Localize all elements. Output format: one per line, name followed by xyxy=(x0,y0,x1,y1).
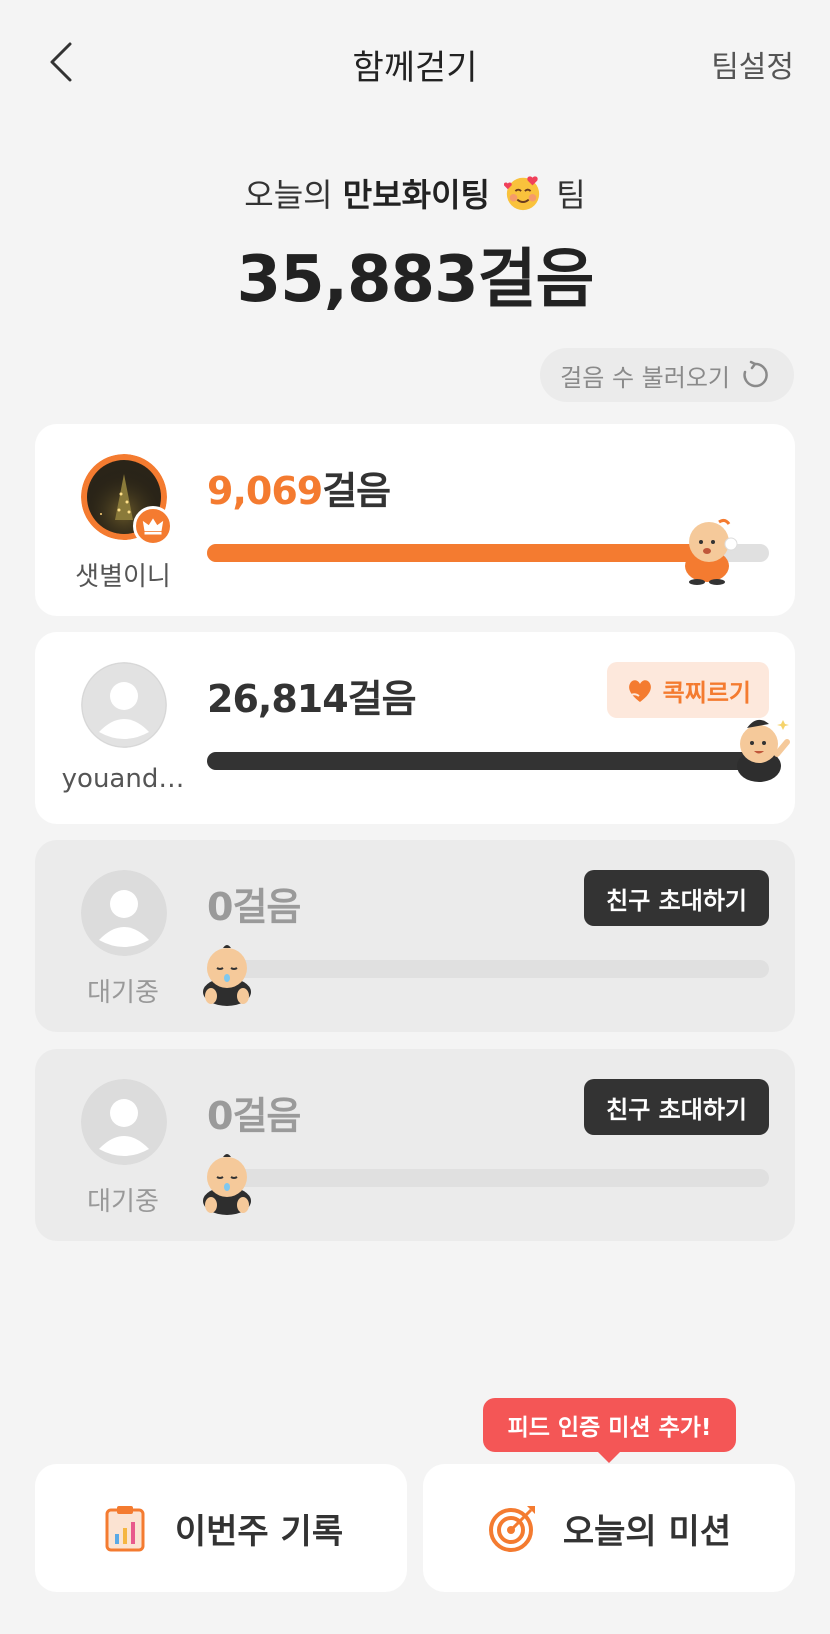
poke-label: 콕찌르기 xyxy=(662,678,751,707)
avatar-wrap xyxy=(81,870,167,956)
refresh-icon xyxy=(743,360,768,388)
avatar-wrap xyxy=(81,1079,167,1165)
default-avatar xyxy=(81,870,167,956)
tooltip-tail xyxy=(597,1451,621,1463)
member-name: youand… xyxy=(61,764,185,794)
progress-fill xyxy=(207,544,713,562)
avatar-wrap xyxy=(81,454,173,546)
today-mission-button[interactable]: 오늘의 미션 xyxy=(423,1464,795,1592)
today-mission-label: 오늘의 미션 xyxy=(562,1511,732,1552)
team-title: 오늘의 만보화이팅 팀 xyxy=(0,170,830,216)
member-card: 샛별이니 9,069걸음 xyxy=(35,424,795,616)
default-avatar[interactable] xyxy=(81,662,167,748)
member-name: 대기중 xyxy=(87,978,159,1008)
reload-label: 걸음 수 불러오기 xyxy=(560,363,730,392)
member-steps-unit: 걸음 xyxy=(322,469,391,513)
target-icon xyxy=(488,1506,535,1552)
crown-icon xyxy=(133,506,173,546)
smiling-hearts-emoji-icon xyxy=(504,176,540,211)
invite-friend-button[interactable]: 친구 초대하기 xyxy=(584,1079,769,1135)
team-prefix: 오늘의 xyxy=(244,176,333,214)
poke-button[interactable]: 콕찌르기 xyxy=(606,662,769,718)
cheering-character-icon xyxy=(737,719,790,782)
invite-friend-button[interactable]: 친구 초대하기 xyxy=(584,870,769,926)
sleeping-character-icon xyxy=(203,1154,251,1215)
member-steps: 0걸음 xyxy=(207,885,301,929)
progress-track xyxy=(207,1169,769,1187)
default-avatar xyxy=(81,1079,167,1165)
member-name: 샛별이니 xyxy=(75,562,171,592)
member-name: 대기중 xyxy=(87,1187,159,1217)
progress-track xyxy=(207,752,769,770)
team-settings-link[interactable]: 팀설정 xyxy=(711,42,794,86)
poke-heart-icon xyxy=(628,680,651,702)
weekly-record-button[interactable]: 이번주 기록 xyxy=(35,1464,407,1592)
mission-tooltip: 피드 인증 미션 추가! xyxy=(483,1398,736,1452)
member-steps-number: 9,069 xyxy=(207,469,323,513)
page-title: 함께걷기 xyxy=(352,48,478,88)
walking-character-icon xyxy=(685,518,738,585)
member-steps: 9,069걸음 xyxy=(207,460,391,515)
top-bar: 함께걷기 팀설정 xyxy=(0,0,830,124)
member-card: youand… 26,814걸음 콕찌르기 xyxy=(35,632,795,824)
member-card: 대기중 0걸음 친구 초대하기 xyxy=(35,840,795,1032)
reload-steps-button[interactable]: 걸음 수 불러오기 xyxy=(540,348,794,402)
team-name: 만보화이팅 xyxy=(342,176,490,214)
member-card: 대기중 0걸음 친구 초대하기 xyxy=(35,1049,795,1241)
team-suffix: 팀 xyxy=(556,176,586,214)
member-steps: 26,814걸음 xyxy=(207,677,417,721)
progress-fill xyxy=(207,752,769,770)
weekly-record-label: 이번주 기록 xyxy=(174,1511,344,1552)
avatar-wrap xyxy=(81,662,167,748)
clipboard-chart-icon xyxy=(105,1506,145,1552)
progress-track xyxy=(207,960,769,978)
sleeping-character-icon xyxy=(203,945,251,1006)
member-steps: 0걸음 xyxy=(207,1094,301,1138)
team-total-steps: 35,883걸음 xyxy=(236,243,595,317)
